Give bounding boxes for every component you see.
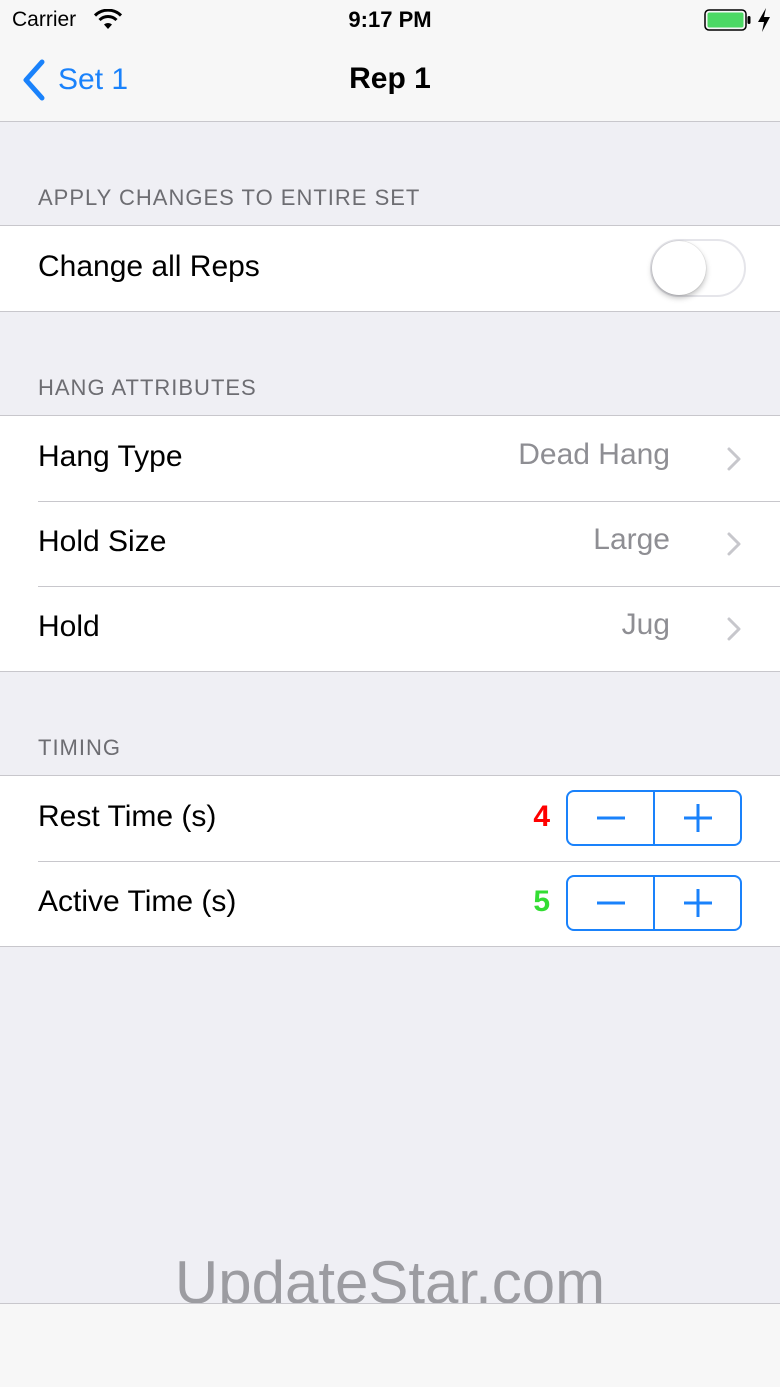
timing-group: Rest Time (s) 4 Active Time (s) 5 [0,775,780,947]
page-title: Rep 1 [349,62,431,95]
rest-time-label: Rest Time (s) [38,800,217,833]
rest-time-row: Rest Time (s) 4 [0,776,780,861]
rest-time-decrement-button[interactable] [568,792,653,844]
hold-label: Hold [38,610,100,643]
minus-icon [596,901,625,905]
hold-row[interactable]: Hold Jug [0,586,780,671]
rest-time-stepper [566,790,742,846]
rest-time-increment-button[interactable] [653,792,740,844]
minus-icon [596,816,625,820]
chevron-right-icon [727,617,741,641]
active-time-label: Active Time (s) [38,885,237,918]
change-all-reps-toggle[interactable] [650,239,746,297]
change-all-reps-label: Change all Reps [38,250,260,283]
chevron-right-icon [727,532,741,556]
plus-icon [683,804,712,832]
hold-size-value: Large [593,523,670,556]
active-time-stepper [566,875,742,931]
plus-icon [683,889,712,917]
active-time-increment-button[interactable] [653,877,740,929]
change-all-reps-row: Change all Reps [0,226,780,311]
hold-size-row[interactable]: Hold Size Large [0,501,780,586]
active-time-value: 5 [533,885,550,918]
navigation-bar: Set 1 Rep 1 [0,40,780,122]
apply-group: Change all Reps [0,225,780,312]
active-time-decrement-button[interactable] [568,877,653,929]
toggle-knob [652,241,706,295]
chevron-right-icon [727,447,741,471]
battery-icon [704,9,751,31]
section-header-timing: TIMING [38,735,121,760]
hang-type-value: Dead Hang [518,438,670,471]
active-time-row: Active Time (s) 5 [0,861,780,946]
bottom-toolbar [0,1303,780,1387]
rest-time-value: 4 [533,800,550,833]
section-header-hang: HANG ATTRIBUTES [38,375,257,400]
hold-size-label: Hold Size [38,525,167,558]
hang-type-row[interactable]: Hang Type Dead Hang [0,416,780,501]
section-header-apply: APPLY CHANGES TO ENTIRE SET [38,185,421,210]
charging-bolt-icon [758,8,770,32]
hang-type-label: Hang Type [38,440,183,473]
status-bar: Carrier 9:17 PM [0,0,780,40]
hang-attributes-group: Hang Type Dead Hang Hold Size Large Hold… [0,415,780,672]
hold-value: Jug [621,608,670,641]
clock: 9:17 PM [348,7,432,32]
